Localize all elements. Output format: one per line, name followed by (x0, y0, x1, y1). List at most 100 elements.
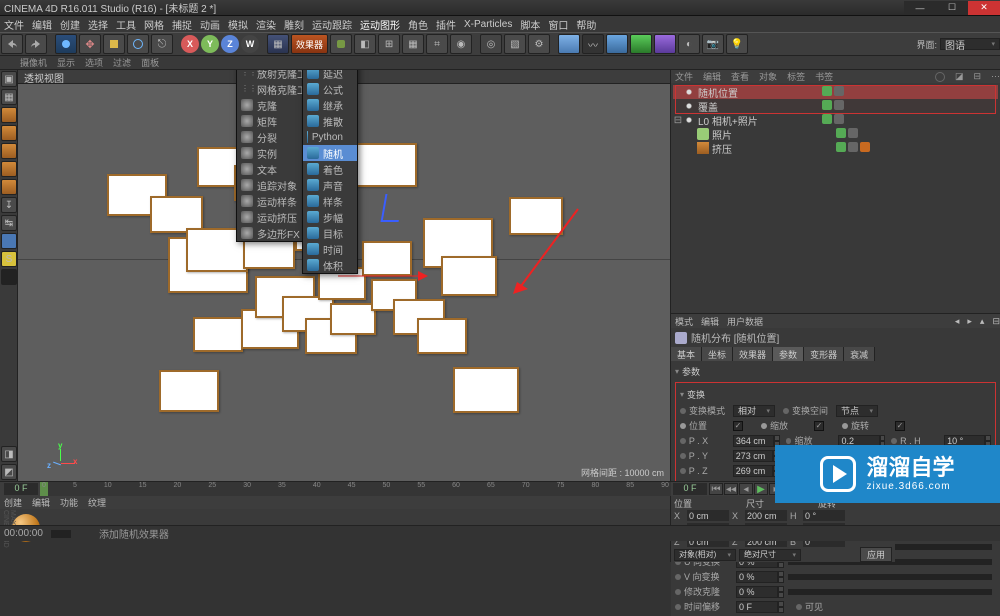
expand-icon[interactable]: ⊟ (673, 115, 683, 126)
mod-input[interactable]: 0 % (736, 586, 778, 598)
om-row-camera-group[interactable]: ⊟ L0 相机+照片 (673, 113, 998, 127)
workplane-button[interactable]: S (1, 251, 17, 267)
y-axis-lock[interactable]: Y (201, 35, 219, 53)
last-tool-button[interactable]: ⎋ (151, 34, 173, 54)
menu-window[interactable]: 窗口 (548, 17, 568, 32)
edge-mode-button[interactable] (1, 161, 17, 177)
eff-step[interactable]: 步幅 (303, 209, 357, 225)
om-tags[interactable]: 标签 (787, 70, 805, 83)
rotation-checkbox[interactable] (895, 421, 905, 431)
vp-tab-display[interactable]: 显示 (57, 56, 75, 69)
eff-shader[interactable]: 着色 (303, 161, 357, 177)
prev-key-button[interactable]: ◂◂ (724, 483, 738, 495)
redo-button[interactable] (25, 34, 47, 54)
sect-transform[interactable]: 变换 (680, 386, 991, 403)
tab-deformer[interactable]: 变形器 (804, 347, 844, 361)
point-mode-button[interactable] (1, 143, 17, 159)
photo-card[interactable] (193, 317, 243, 352)
tool-f-button[interactable]: ◉ (450, 34, 472, 54)
photo-card[interactable] (453, 367, 519, 413)
menu-animate[interactable]: 动画 (200, 17, 220, 32)
v-input[interactable]: 0 % (736, 571, 778, 583)
vp-tab-options[interactable]: 选项 (85, 56, 103, 69)
transform-mode-select[interactable]: 相对 (733, 405, 775, 417)
render-view-button[interactable]: ▦ (267, 34, 289, 54)
mat-function[interactable]: 功能 (60, 496, 78, 509)
deformer-group-button[interactable] (654, 34, 676, 54)
menu-tools[interactable]: 工具 (116, 17, 136, 32)
om-opt2-icon[interactable]: ⊟ (973, 71, 981, 82)
menu-mesh[interactable]: 网格 (144, 17, 164, 32)
menu-render[interactable]: 渲染 (256, 17, 276, 32)
play-fwd-button[interactable]: ▶ (754, 483, 768, 495)
menu-simulate[interactable]: 模拟 (228, 17, 248, 32)
texture-mode-button[interactable] (1, 107, 17, 123)
attr-nav-fwd-icon[interactable]: ▸ (967, 316, 972, 327)
environment-group-button[interactable]: ◐ (678, 34, 700, 54)
attr-menu-icon[interactable]: ⊟ (992, 316, 1000, 327)
polygon-mode-button[interactable] (1, 179, 17, 195)
photo-card[interactable] (355, 143, 417, 187)
menu-edit[interactable]: 编辑 (32, 17, 52, 32)
time-input[interactable]: 0 F (736, 601, 778, 613)
mat-create[interactable]: 创建 (4, 496, 22, 509)
menu-motion-tracker[interactable]: 运动跟踪 (312, 17, 352, 32)
light-group-button[interactable]: 💡 (726, 34, 748, 54)
nurbs-group-button[interactable] (606, 34, 628, 54)
attr-userdata[interactable]: 用户数据 (727, 315, 763, 328)
camera-group-button[interactable]: 📷 (702, 34, 724, 54)
generator-group-button[interactable] (630, 34, 652, 54)
attr-nav-back-icon[interactable]: ◂ (955, 316, 960, 327)
pz-input[interactable]: 269 cm (733, 465, 774, 477)
menu-sculpt[interactable]: 雕刻 (284, 17, 304, 32)
photo-card[interactable] (441, 256, 497, 296)
scale-tool-button[interactable] (103, 34, 125, 54)
render-button[interactable]: ◎ (480, 34, 502, 54)
render-settings-button[interactable]: ⚙ (528, 34, 550, 54)
vp-tab-cameras[interactable]: 摄像机 (20, 56, 47, 69)
viewport-solo-button[interactable]: ↹ (1, 215, 17, 231)
eff-delay[interactable]: 延迟 (303, 70, 357, 81)
frame-start-input[interactable]: 0 F (4, 483, 38, 495)
om-row-photo[interactable]: 照片 (673, 127, 998, 141)
rotate-tool-button[interactable] (127, 34, 149, 54)
menu-script[interactable]: 脚本 (520, 17, 540, 32)
om-opt3-icon[interactable]: ⋯ (991, 71, 1000, 82)
om-row-extrude[interactable]: 挤压 (673, 141, 998, 155)
vp-tab-filter[interactable]: 过滤 (113, 56, 131, 69)
om-file[interactable]: 文件 (675, 70, 693, 83)
snap-button[interactable] (1, 233, 17, 249)
effector-submenu[interactable]: 群组 COFFEE 延迟 公式 继承 推散 Python 随机 着色 声音 样条… (302, 70, 358, 274)
photo-card[interactable] (159, 370, 219, 412)
vp-tab-panel[interactable]: 面板 (141, 56, 159, 69)
sect-parameter[interactable]: 参数 (675, 363, 996, 380)
pos-x-input[interactable]: 0 cm (687, 510, 729, 521)
eff-time[interactable]: 时间 (303, 241, 357, 257)
attr-edit[interactable]: 编辑 (701, 315, 719, 328)
model-mode-button[interactable]: ▦ (1, 89, 17, 105)
eff-random[interactable]: 随机 (303, 145, 357, 161)
om-view[interactable]: 查看 (731, 70, 749, 83)
coord-system-button[interactable]: W (241, 35, 259, 53)
px-input[interactable]: 364 cm (733, 435, 774, 447)
effector-button[interactable]: 效果器 (291, 34, 328, 54)
eff-python[interactable]: Python (303, 129, 357, 145)
corner-a-button[interactable]: ◨ (1, 446, 17, 462)
om-bookmarks[interactable]: 书签 (815, 70, 833, 83)
prev-frame-button[interactable]: ◂ (739, 483, 753, 495)
om-opt1-icon[interactable]: ◪ (955, 71, 964, 82)
size-x-input[interactable]: 200 cm (745, 510, 787, 521)
window-close-button[interactable]: ✕ (968, 1, 1000, 15)
frame-current-input[interactable]: 0 F (673, 483, 707, 495)
mat-edit[interactable]: 编辑 (32, 496, 50, 509)
tab-falloff[interactable]: 衰减 (844, 347, 875, 361)
om-objects[interactable]: 对象 (759, 70, 777, 83)
eff-sound[interactable]: 声音 (303, 177, 357, 193)
eff-inherit[interactable]: 继承 (303, 97, 357, 113)
window-min-button[interactable]: — (904, 1, 936, 15)
make-editable-button[interactable]: ▣ (1, 71, 17, 87)
eff-push[interactable]: 推散 (303, 113, 357, 129)
spline-group-button[interactable]: 〰 (582, 34, 604, 54)
tool-c-button[interactable]: ⊞ (378, 34, 400, 54)
tool-b-button[interactable]: ◧ (354, 34, 376, 54)
